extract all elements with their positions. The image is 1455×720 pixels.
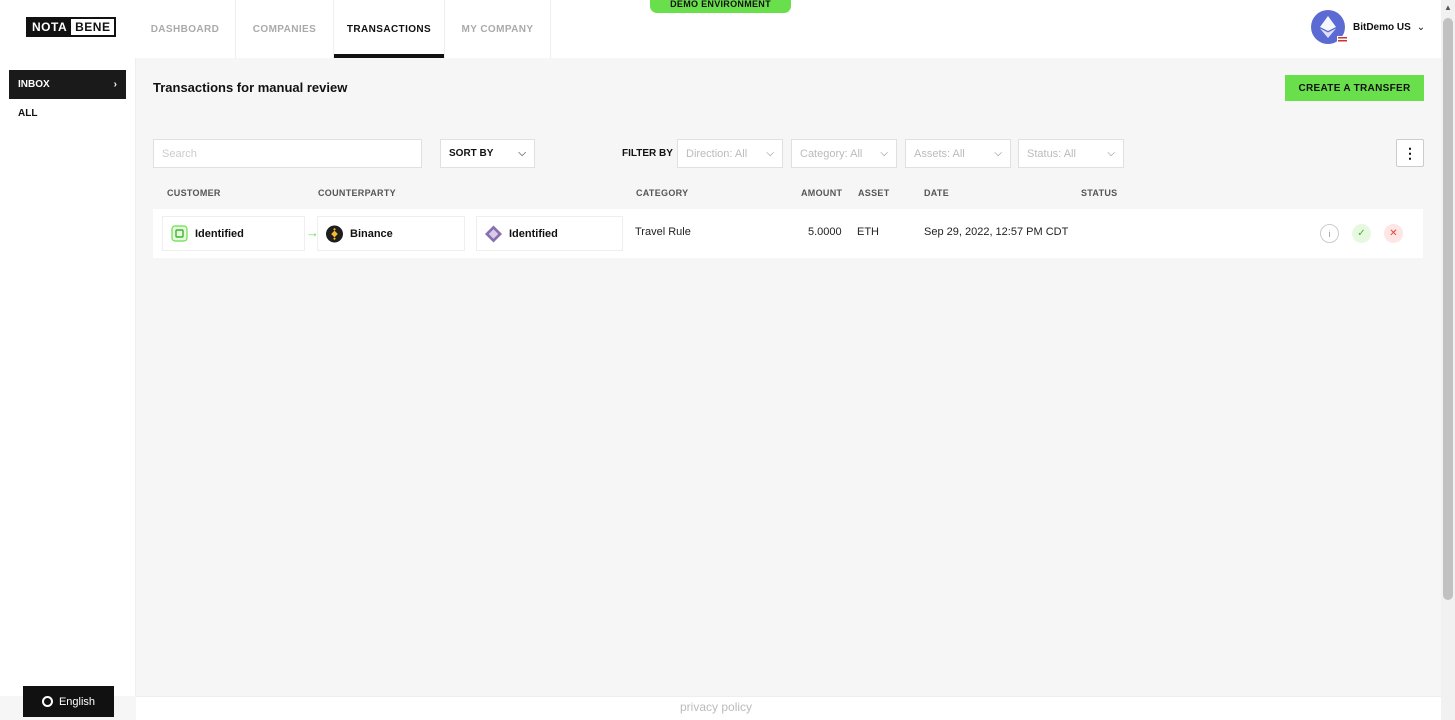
chevron-down-icon: ⌵ (994, 148, 1002, 159)
tab-transactions[interactable]: TRANSACTIONS (334, 0, 445, 58)
globe-icon (41, 696, 53, 707)
sort-by-dropdown[interactable]: SORT BY ⌵ (440, 139, 535, 168)
language-selector[interactable]: English (23, 686, 114, 717)
column-header-status: STATUS (1081, 188, 1118, 198)
sidebar-item-label: INBOX (18, 79, 50, 90)
us-flag-icon (1337, 36, 1348, 44)
assets-filter-value: Assets: All (914, 147, 965, 160)
footer (136, 696, 1441, 720)
chevron-right-icon: › (113, 79, 117, 90)
vertical-dots-icon: ⋮ (1403, 144, 1417, 161)
tab-my-company[interactable]: MY COMPANY (445, 0, 551, 58)
identified-shield-icon (171, 225, 188, 242)
amount-cell: 5.0000 (808, 226, 842, 238)
chevron-down-icon: ⌵ (1107, 148, 1115, 159)
date-cell: Sep 29, 2022, 12:57 PM CDT (924, 226, 1069, 238)
scrollbar[interactable]: ▲ (1441, 0, 1455, 720)
scroll-up-arrow-icon[interactable]: ▲ (1444, 3, 1452, 12)
scrollbar-thumb[interactable] (1443, 18, 1453, 600)
logo-part2: BENE (71, 19, 115, 35)
column-header-counterparty: COUNTERPARTY (318, 188, 396, 198)
nota-bene-logo[interactable]: NOTA BENE (26, 17, 117, 37)
tab-companies[interactable]: COMPANIES (236, 0, 334, 58)
avatar (1311, 10, 1348, 44)
approve-check-icon[interactable]: ✓ (1352, 224, 1371, 243)
info-icon[interactable]: i (1320, 224, 1339, 243)
direction-filter[interactable]: Direction: All ⌵ (677, 139, 783, 168)
language-label: English (58, 695, 96, 708)
direction-filter-value: Direction: All (686, 147, 748, 160)
counterparty-status: Identified (509, 227, 558, 240)
search-input[interactable] (153, 139, 422, 168)
column-header-category: CATEGORY (636, 188, 689, 198)
counterparty-status-cell[interactable]: Identified (476, 216, 623, 251)
table-row[interactable]: Identified → Binance Identified Travel R… (153, 209, 1423, 258)
chevron-down-icon: ⌵ (766, 148, 774, 159)
status-filter[interactable]: Status: All ⌵ (1018, 139, 1124, 168)
category-filter[interactable]: Category: All ⌵ (791, 139, 897, 168)
demo-environment-badge: DEMO ENVIRONMENT (650, 0, 791, 13)
column-header-asset: ASSET (858, 188, 890, 198)
sidebar: INBOX › ALL (0, 58, 136, 696)
account-name: BitDemo US (1353, 21, 1411, 33)
more-options-button[interactable]: ⋮ (1396, 139, 1424, 167)
main-nav: DASHBOARD COMPANIES TRANSACTIONS MY COMP… (135, 0, 551, 58)
tab-dashboard[interactable]: DASHBOARD (135, 0, 236, 58)
category-cell: Travel Rule (635, 226, 691, 238)
privacy-policy-link[interactable]: privacy policy (680, 700, 752, 714)
category-filter-value: Category: All (800, 147, 863, 160)
ethereum-icon (1320, 16, 1336, 38)
page-title: Transactions for manual review (153, 80, 348, 95)
filter-by-label: FILTER BY (622, 148, 673, 159)
asset-cell: ETH (857, 226, 879, 238)
chevron-down-icon: ⌵ (518, 148, 526, 159)
assets-filter[interactable]: Assets: All ⌵ (905, 139, 1011, 168)
customer-status: Identified (195, 227, 244, 240)
sidebar-item-all[interactable]: ALL (18, 108, 37, 119)
top-bar: NOTA BENE DASHBOARD COMPANIES TRANSACTIO… (0, 0, 1441, 58)
column-header-amount: AMOUNT (801, 188, 843, 198)
counterparty-cell[interactable]: Binance (317, 216, 465, 251)
column-header-date: DATE (924, 188, 950, 198)
status-filter-value: Status: All (1027, 147, 1076, 160)
chevron-down-icon: ⌵ (880, 148, 888, 159)
column-header-customer: CUSTOMER (167, 188, 221, 198)
counterparty-name: Binance (350, 227, 393, 240)
logo-part1: NOTA (28, 19, 72, 35)
sidebar-item-inbox[interactable]: INBOX › (9, 70, 126, 99)
create-transfer-button[interactable]: CREATE A TRANSFER (1285, 75, 1424, 101)
chevron-down-icon: ⌄ (1416, 21, 1426, 33)
binance-icon (326, 225, 343, 242)
reject-x-icon[interactable]: ✕ (1384, 224, 1403, 243)
verification-diamond-icon (485, 225, 502, 242)
sort-by-label: SORT BY (449, 148, 494, 159)
customer-cell[interactable]: Identified (162, 216, 305, 251)
account-menu[interactable]: BitDemo US ⌄ (1311, 10, 1425, 44)
